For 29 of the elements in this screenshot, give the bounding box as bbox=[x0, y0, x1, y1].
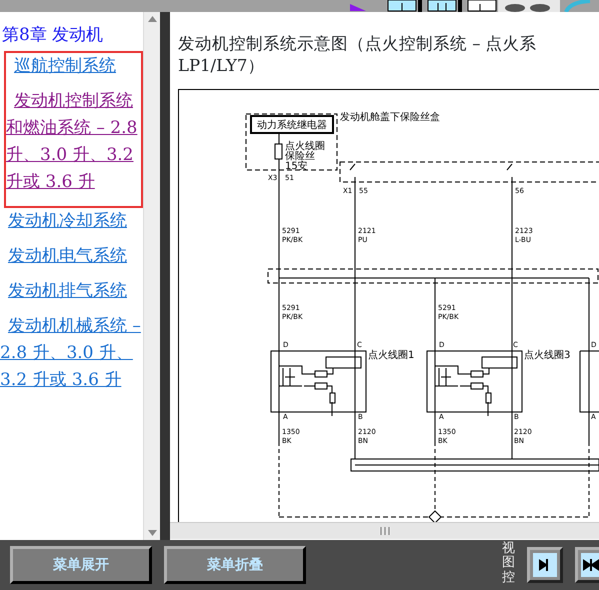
grip-icon[interactable] bbox=[380, 527, 390, 535]
horizontal-scrollbar[interactable] bbox=[170, 522, 599, 539]
menu-button[interactable]: 菜单折叠 bbox=[164, 546, 306, 584]
sidebar-link[interactable]: 发动机冷却系统 bbox=[0, 208, 143, 235]
diagram-label: 点火线圈1 bbox=[368, 350, 414, 361]
figures-icon bbox=[498, 0, 560, 12]
diagram-label: 点火线圈3 bbox=[524, 350, 570, 361]
arc-icon bbox=[564, 0, 590, 12]
toolbar-icon[interactable] bbox=[428, 0, 456, 12]
sidebar-link[interactable]: 发动机控制系统和燃油系统 – 2.8 升、3.0 升、3.2 升或 3.6 升 bbox=[6, 88, 141, 196]
diagram-label: 动力系统继电器 bbox=[257, 120, 327, 131]
diagram-label: 保险丝 bbox=[285, 151, 315, 162]
sidebar-link[interactable]: 发动机电气系统 bbox=[0, 243, 143, 270]
sidebar-link[interactable]: 巡航控制系统 bbox=[6, 53, 141, 80]
menu-button[interactable]: 菜单展开 bbox=[10, 546, 152, 584]
diagram-label: 点火线圈 bbox=[285, 141, 325, 152]
chapter-heading: 第8章 发动机 bbox=[1, 24, 104, 47]
diagram-label: 发动机舱盖下保险丝盒 bbox=[340, 112, 440, 123]
view-control-label: 视图控 bbox=[502, 540, 515, 585]
view-button[interactable] bbox=[527, 547, 563, 583]
vertical-scrollbar[interactable] bbox=[143, 12, 160, 540]
sidebar-link[interactable]: 发动机排气系统 bbox=[0, 278, 143, 305]
toolbar-icon[interactable] bbox=[468, 0, 496, 12]
scroll-down-icon[interactable] bbox=[148, 530, 156, 536]
page-title: 发动机控制系统示意图（点火控制系统 – 点火系 LP1/LY7） bbox=[177, 33, 538, 77]
scroll-up-icon[interactable] bbox=[148, 16, 156, 22]
triangle-icon bbox=[350, 4, 366, 11]
sidebar-link[interactable]: 发动机机械系统 – 2.8 升、3.0 升、3.2 升或 3.6 升 bbox=[0, 313, 143, 394]
toolbar-icon[interactable] bbox=[388, 0, 416, 12]
